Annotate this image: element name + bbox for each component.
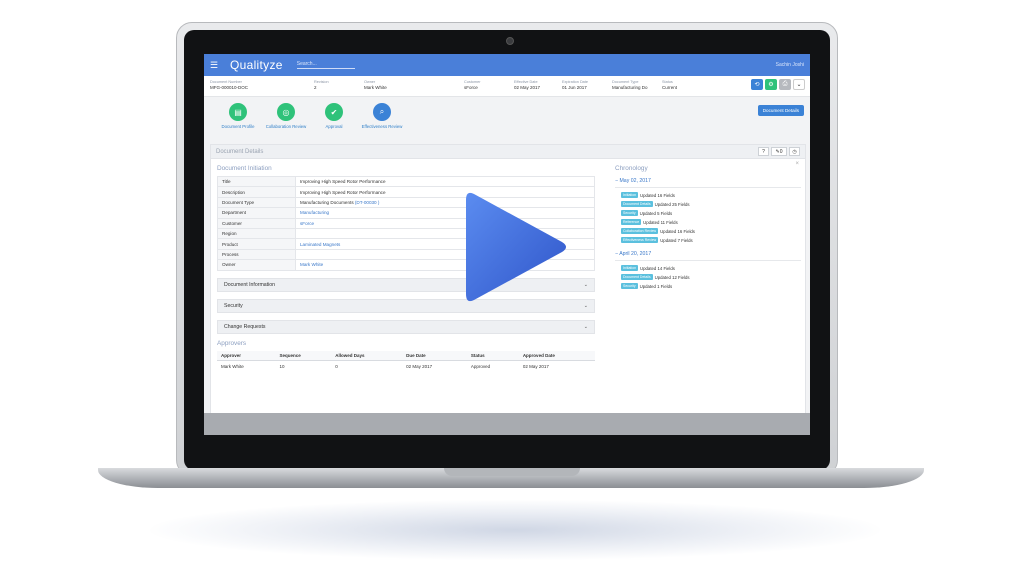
play-icon[interactable] (462, 186, 572, 308)
laptop-notch (444, 468, 580, 476)
step-collaboration-review[interactable]: ◎ Collaboration Review (262, 103, 310, 129)
document-details-button[interactable]: Document Details (757, 105, 804, 116)
top-navbar: ☰ Qualityze Search... Sachin Joshi (204, 54, 810, 76)
list-item: Collaboration Review Updated 16 Fields (621, 228, 695, 234)
chevron-down-icon: ⌄ (583, 323, 588, 330)
info-customer: Customer sForce (464, 80, 481, 90)
chronology-date-group[interactable]: − May 02, 2017 (615, 178, 801, 188)
accordion-change-requests[interactable]: Change Requests ⌄ (217, 319, 595, 334)
list-item: Document Details Updated 25 Fields (621, 201, 690, 207)
more-dropdown-button[interactable]: ⌄ (793, 79, 805, 90)
step-effectiveness-review[interactable]: ⌕ Effectiveness Review (358, 103, 406, 129)
user-menu[interactable]: Sachin Joshi (776, 62, 804, 68)
camera-icon (506, 37, 514, 45)
info-expiration-date: Expiration Date 01 Jun 2017 (562, 80, 588, 90)
panel-header: Document Details ? ✎ 0 ◷ (211, 145, 805, 159)
list-item: Document Details Updated 12 Fields (621, 274, 690, 280)
list-item: Effectiveness Review Updated 7 Fields (621, 237, 693, 243)
approvers-table: Approver Sequence Allowed Days Due Date Sta… (217, 350, 595, 372)
list-item: Initiation Updated 14 Fields (621, 265, 675, 271)
attachment-count: 0 (779, 148, 783, 155)
panel-icons: ? ✎ 0 ◷ (758, 147, 800, 156)
step-document-profile[interactable]: ▤ Document Profile (214, 103, 262, 129)
search-input[interactable]: Search... (296, 61, 355, 69)
table-header-row: Approver Sequence Allowed Days Due Date Sta… (217, 350, 595, 361)
list-item: Security Updated 1 Fields (621, 283, 673, 289)
history-button[interactable]: ◷ (789, 147, 800, 156)
attachment-button[interactable]: ✎ 0 (771, 147, 787, 156)
screen-footer-bar (204, 413, 810, 435)
chronology-title: Chronology (615, 165, 648, 172)
document-info-bar: Document Number MFG-000010-DOC Revision 2 … (204, 76, 810, 97)
menu-icon[interactable]: ☰ (210, 60, 220, 70)
laptop-shadow (150, 500, 880, 560)
print-button[interactable]: ⎙ (779, 79, 791, 90)
document-type-link[interactable]: (DT-00030 ) (355, 200, 380, 205)
workflow-steps: ▤ Document Profile ◎ Collaboration Revie… (204, 97, 810, 145)
initiation-title: Document Initiation (217, 165, 272, 172)
help-button[interactable]: ? (758, 147, 769, 156)
revise-button[interactable]: ⟲ (751, 79, 763, 90)
approval-icon: ✔ (325, 103, 343, 121)
chevron-down-icon: ⌄ (583, 302, 588, 309)
info-owner: Owner Mark White (364, 80, 387, 90)
table-row: Mark White 10 0 02 May 2017 Approved 02 May … (221, 363, 549, 369)
info-status: Status Current (662, 80, 678, 90)
search-icon: ⌕ (373, 103, 391, 121)
close-icon[interactable]: × (795, 161, 799, 167)
chevron-down-icon: ⌄ (583, 281, 588, 288)
info-revision: Revision 2 (314, 80, 329, 90)
list-item: Initiation Updated 16 Fields (621, 192, 675, 198)
panel-title: Document Details (216, 148, 264, 155)
review-icon: ◎ (277, 103, 295, 121)
settings-button[interactable]: ⚙ (765, 79, 777, 90)
info-document-type: Document Type Manufacturing Do (612, 80, 648, 90)
info-effective-date: Effective Date 02 May 2017 (514, 80, 541, 90)
chronology-date-group[interactable]: − April 20, 2017 (615, 251, 801, 261)
chronology-panel: × Chronology − May 02, 2017 Initiation Up… (615, 161, 801, 292)
step-approval[interactable]: ✔ Approval (310, 103, 358, 129)
info-document-number: Document Number MFG-000010-DOC (210, 80, 249, 90)
laptop-mockup: ☰ Qualityze Search... Sachin Joshi Docum… (0, 0, 1024, 573)
approvers-title: Approvers (217, 339, 247, 347)
brand-logo: Qualityze (230, 58, 283, 72)
list-item: Security Updated 5 Fields (621, 210, 673, 216)
list-item: Reference Updated 11 Fields (621, 219, 678, 225)
document-icon: ▤ (229, 103, 247, 121)
action-buttons: ⟲ ⚙ ⎙ ⌄ (751, 79, 805, 90)
